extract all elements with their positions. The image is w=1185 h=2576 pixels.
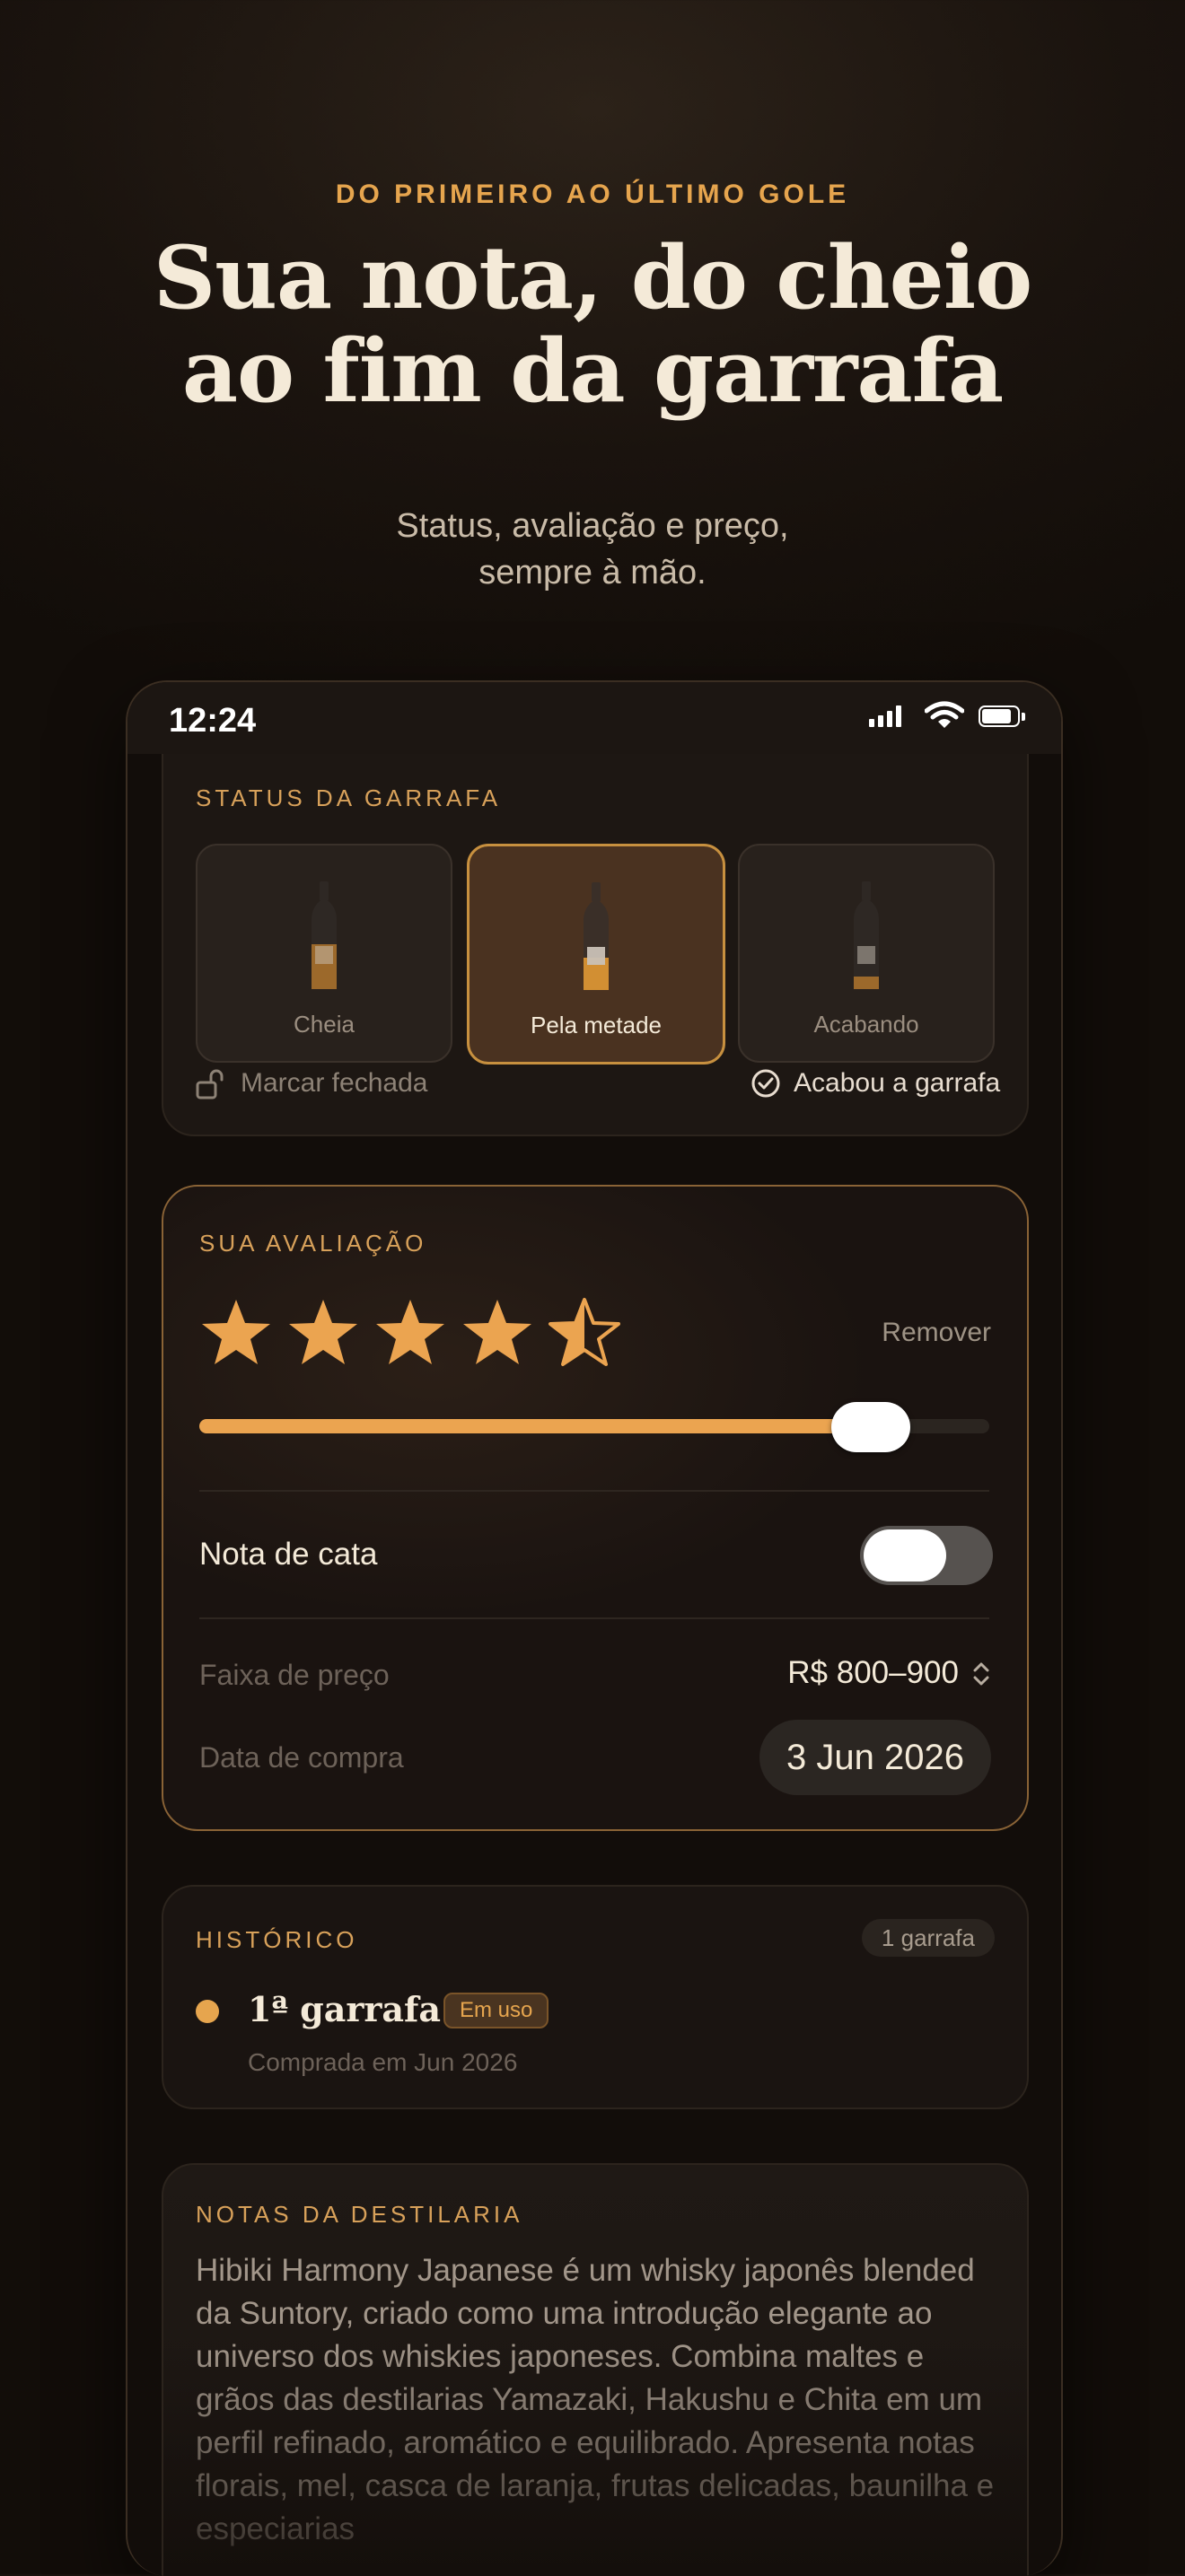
bottle-status-option[interactable]: Pela metade (467, 844, 725, 1065)
status-bar: 12:24 (127, 682, 1061, 754)
status-time: 12:24 (169, 702, 257, 740)
rating-slider-thumb[interactable] (831, 1402, 910, 1452)
history-count-badge: 1 garrafa (861, 1919, 995, 1957)
rating-label: SUA AVALIAÇÃO (199, 1230, 427, 1257)
bottle-status-option-label: Pela metade (531, 1012, 662, 1038)
chevron-up-down-icon[interactable] (971, 1659, 991, 1689)
bottle-status-label: STATUS DA GARRAFA (196, 784, 502, 811)
hero-subtitle: Status, avaliação e preço, sempre à mão. (0, 503, 1185, 596)
star-icon[interactable] (199, 1296, 273, 1370)
bottle-status-option[interactable]: Acabando (738, 844, 995, 1063)
history-label: HISTÓRICO (196, 1926, 358, 1953)
distillery-notes-card: NOTAS DA DESTILARIA Hibiki Harmony Japan… (162, 2163, 1029, 2576)
star-icon[interactable] (373, 1296, 447, 1370)
hero-title-line1: Sua nota, do cheio (153, 227, 1032, 329)
bottle-icon (584, 882, 609, 990)
hero-title: Sua nota, do cheio ao fim da garrafa (0, 232, 1185, 418)
hero-title-line2: ao fim da garrafa (181, 320, 1004, 422)
history-item-subtitle: Comprada em Jun 2026 (248, 2048, 518, 2076)
divider (199, 1490, 989, 1492)
purchase-date-button[interactable]: 3 Jun 2026 (759, 1720, 991, 1795)
wifi-icon (925, 701, 964, 728)
bottle-icon (312, 881, 337, 989)
toggle-knob (864, 1529, 946, 1582)
star-icon[interactable] (461, 1296, 534, 1370)
check-circle-icon (751, 1069, 780, 1098)
mark-closed-button[interactable]: Marcar fechada (241, 1068, 427, 1099)
bottle-status-option-label: Acabando (813, 1011, 919, 1038)
distillery-notes-text: Hibiki Harmony Japanese é um whisky japo… (196, 2253, 995, 2546)
tasting-note-toggle[interactable] (860, 1526, 993, 1585)
price-range-value[interactable]: R$ 800–900 (787, 1655, 959, 1691)
hero-subtitle-line1: Status, avaliação e preço, (396, 507, 789, 545)
bottle-status-option-label: Cheia (294, 1011, 355, 1038)
rating-slider-fill (199, 1419, 871, 1433)
battery-icon (979, 705, 1025, 729)
hero-subtitle-line2: sempre à mão. (478, 554, 707, 591)
rating-card: SUA AVALIAÇÃO Remover Nota de cata Faixa… (162, 1185, 1029, 1831)
divider (199, 1617, 989, 1619)
phone-mockup: 12:24 STATUS DA GARRAFA Cheia Pela metade… (126, 680, 1063, 2576)
distillery-notes-label: NOTAS DA DESTILARIA (196, 2201, 523, 2228)
bottle-status-card: STATUS DA GARRAFA Cheia Pela metade Acaban… (162, 700, 1029, 1136)
bottle-icon (854, 881, 879, 989)
hero-eyebrow: DO PRIMEIRO AO ÚLTIMO GOLE (335, 180, 850, 209)
cellular-signal-icon (869, 705, 910, 727)
tasting-note-label: Nota de cata (199, 1537, 378, 1572)
unlock-icon (196, 1069, 224, 1100)
star-icon[interactable] (286, 1296, 360, 1370)
active-dot-icon (196, 2000, 219, 2023)
in-use-badge: Em uso (443, 1993, 549, 2028)
history-item-title[interactable]: 1ª garrafa (248, 1989, 441, 2029)
history-card: HISTÓRICO 1 garrafa 1ª garrafa Em uso Co… (162, 1885, 1029, 2109)
finished-bottle-button[interactable]: Acabou a garrafa (794, 1068, 1000, 1099)
bottle-status-option[interactable]: Cheia (196, 844, 452, 1063)
star-icon[interactable] (548, 1296, 621, 1370)
price-range-label: Faixa de preço (199, 1659, 390, 1691)
remove-rating-button[interactable]: Remover (882, 1318, 991, 1348)
purchase-date-label: Data de compra (199, 1741, 404, 1774)
